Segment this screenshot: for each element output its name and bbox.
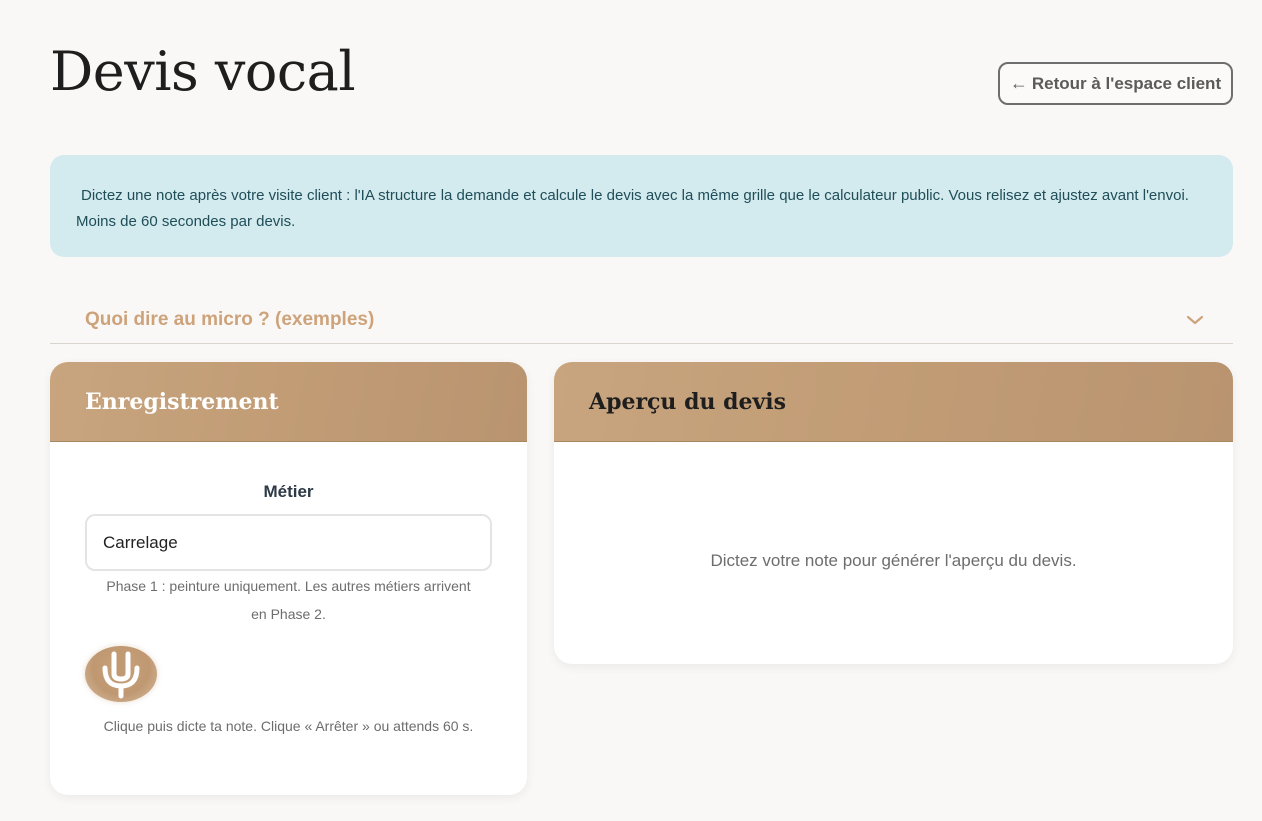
recording-card: Enregistrement Métier Phase 1 : peinture…	[50, 362, 527, 795]
quote-preview-card: Aperçu du devis Dictez votre note pour g…	[554, 362, 1233, 664]
back-button-label: Retour à l'espace client	[1031, 73, 1222, 93]
recording-card-title: Enregistrement	[85, 388, 279, 415]
page-title: Devis vocal	[50, 40, 356, 103]
chevron-down-icon	[1186, 315, 1204, 325]
arrow-left-icon: ←	[1009, 73, 1028, 93]
microphone-icon	[102, 650, 140, 699]
info-text-line1: Dictez une note après votre visite clien…	[81, 187, 1189, 204]
metier-field[interactable]	[85, 514, 492, 571]
back-to-client-space-button[interactable]: ← Retour à l'espace client	[998, 62, 1233, 105]
record-button[interactable]	[85, 646, 157, 702]
phase-note: Phase 1 : peinture uniquement. Les autre…	[85, 572, 492, 628]
preview-card-header: Aperçu du devis	[554, 362, 1233, 442]
info-text-line2: Moins de 60 secondes par devis.	[76, 213, 296, 230]
accordion-title: Quoi dire au micro ? (exemples)	[85, 309, 375, 330]
record-hint: Clique puis dicte ta note. Clique « Arrê…	[103, 718, 474, 734]
recording-card-header: Enregistrement	[50, 362, 527, 442]
preview-card-title: Aperçu du devis	[589, 388, 787, 415]
examples-accordion[interactable]: Quoi dire au micro ? (exemples)	[50, 297, 1233, 344]
metier-label: Métier	[263, 482, 314, 501]
phase-note-line2: en Phase 2.	[251, 606, 326, 622]
phase-note-line1: Phase 1 : peinture uniquement. Les autre…	[106, 578, 471, 594]
preview-empty-message: Dictez votre note pour générer l'aperçu …	[710, 551, 1077, 570]
info-banner: Dictez une note après votre visite clien…	[50, 155, 1233, 257]
